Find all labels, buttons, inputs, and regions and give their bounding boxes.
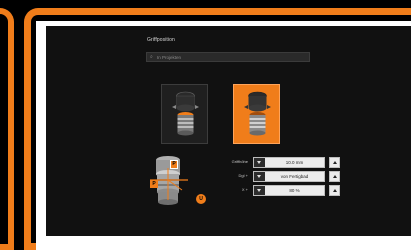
search-input[interactable]: ⌕ In Projekten bbox=[146, 52, 310, 62]
increment-button[interactable] bbox=[329, 171, 340, 182]
param-value-field[interactable]: von Fertigbad bbox=[253, 171, 325, 182]
param-value: von Fertigbad bbox=[280, 174, 309, 179]
search-icon: ⌕ bbox=[150, 54, 153, 60]
increment-button[interactable] bbox=[329, 185, 340, 196]
cylinder-knob-icon bbox=[244, 91, 271, 136]
cylinder-knob-icon bbox=[172, 91, 199, 136]
param-value-field[interactable]: 80 % bbox=[253, 185, 325, 196]
left-accent-frame bbox=[0, 8, 14, 250]
marker-p-middle: P bbox=[150, 180, 158, 188]
variant-card-selected[interactable] bbox=[233, 84, 280, 144]
panel-title: Griffposition bbox=[147, 37, 175, 43]
decrement-button[interactable] bbox=[254, 186, 265, 195]
param-value: 10.0 mm bbox=[285, 160, 304, 165]
marker-p-top: P bbox=[170, 160, 178, 169]
decrement-button[interactable] bbox=[254, 158, 265, 167]
param-value-field[interactable]: 10.0 mm bbox=[253, 157, 325, 168]
param-label: Dgl + bbox=[238, 173, 248, 178]
increment-button[interactable] bbox=[329, 157, 340, 168]
marker-u: U bbox=[196, 194, 206, 204]
search-placeholder: In Projekten bbox=[157, 55, 182, 60]
param-label: Griffhöhe bbox=[231, 159, 248, 164]
param-label: X + bbox=[241, 187, 248, 192]
variant-card-standard[interactable] bbox=[161, 84, 208, 144]
param-value: 80 % bbox=[289, 188, 300, 193]
position-diagram: P P U bbox=[148, 150, 213, 212]
decrement-button[interactable] bbox=[254, 172, 265, 181]
